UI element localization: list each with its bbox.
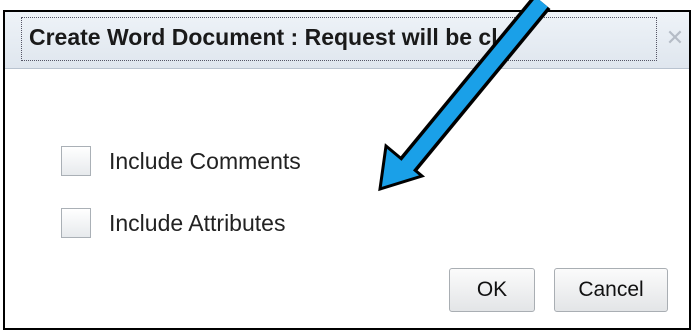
arrow-pointer-icon <box>378 0 551 192</box>
annotation-arrow <box>378 0 551 192</box>
